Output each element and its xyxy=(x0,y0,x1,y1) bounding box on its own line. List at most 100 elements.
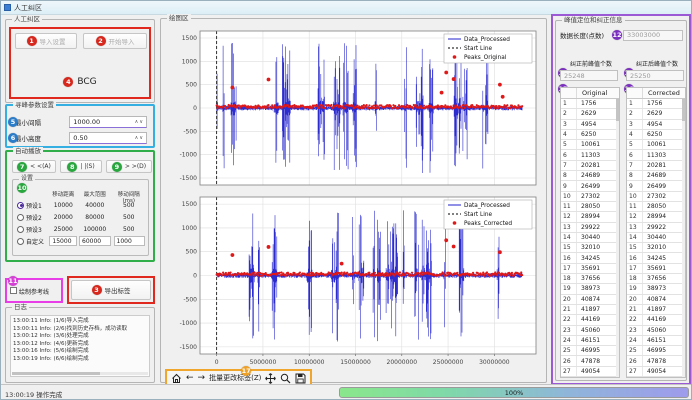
table-row[interactable]: 2040874 xyxy=(561,295,619,305)
autoplay-forward-button[interactable]: 9 > >(D) xyxy=(106,160,152,173)
table-row[interactable]: 1329922 xyxy=(561,223,619,233)
start-import-button[interactable]: 2 开始导入 xyxy=(83,33,147,49)
zoom-icon[interactable] xyxy=(280,373,291,384)
preset-radio[interactable] xyxy=(17,238,24,245)
table-row[interactable]: 2749054 xyxy=(561,367,619,377)
table-row[interactable]: 1532010 xyxy=(561,243,619,253)
table-row[interactable]: 1228994 xyxy=(561,212,619,222)
preset-value-input[interactable]: 15000 xyxy=(49,236,77,246)
peak-info-title: 峰值定位和纠正信息 xyxy=(562,16,625,24)
table-row[interactable]: 22629 xyxy=(627,109,685,119)
row-index: 2 xyxy=(627,109,643,118)
table-row[interactable]: 1329922 xyxy=(627,223,685,233)
table-row[interactable]: 824689 xyxy=(561,171,619,181)
table-row[interactable]: 1027302 xyxy=(627,192,685,202)
table-row[interactable]: 2446151 xyxy=(627,336,685,346)
home-icon[interactable] xyxy=(171,373,182,384)
min-interval-input[interactable]: 1000.00 ∧∨ xyxy=(69,116,147,128)
table-row[interactable]: 34954 xyxy=(627,120,685,130)
table-row[interactable]: 2244169 xyxy=(627,315,685,325)
reference-line-checkbox[interactable] xyxy=(10,287,17,294)
min-height-row: 6 最小高度 0.50 ∧∨ xyxy=(15,131,147,144)
preset-value-input[interactable]: 60000 xyxy=(79,236,111,246)
table-row[interactable]: 2647878 xyxy=(627,356,685,366)
peak-value: 4954 xyxy=(643,120,685,129)
table-row[interactable]: 1228994 xyxy=(627,212,685,222)
table-row[interactable]: 2244169 xyxy=(561,315,619,325)
table-row[interactable]: 720281 xyxy=(561,161,619,171)
autoplay-pause-button[interactable]: 8 | |(S) xyxy=(60,160,102,173)
row-index: 21 xyxy=(561,305,577,314)
plot-group: 绘图区 150010005000-500-1000-1500Data_Proce… xyxy=(160,18,547,383)
autoplay-back-button[interactable]: 7 < <(A) xyxy=(12,160,56,173)
import-settings-button[interactable]: 1 导入设置 xyxy=(15,33,77,49)
table-row[interactable]: 510061 xyxy=(627,140,685,150)
log-scrollbar[interactable] xyxy=(12,372,148,375)
table-row[interactable]: 2345060 xyxy=(561,326,619,336)
table-row[interactable]: 46250 xyxy=(561,130,619,140)
table-row[interactable]: 1634245 xyxy=(561,253,619,263)
batch-edit-text[interactable]: 批量更改标签(Z) xyxy=(209,374,261,382)
original-peaks-table[interactable]: Original 1175622629349544625051006161130… xyxy=(560,87,620,378)
table-row[interactable]: 824689 xyxy=(627,171,685,181)
table-row[interactable]: 611303 xyxy=(561,150,619,160)
table-row[interactable]: 1735691 xyxy=(561,264,619,274)
table-row[interactable]: 1532010 xyxy=(627,243,685,253)
table-row[interactable]: 510061 xyxy=(561,140,619,150)
table-row[interactable]: 1634245 xyxy=(627,253,685,263)
table-row[interactable]: 926499 xyxy=(627,181,685,191)
table-row[interactable]: 1735691 xyxy=(627,264,685,274)
table-row[interactable]: 2446151 xyxy=(561,336,619,346)
corrected-peaks-table[interactable]: Corrected 117562262934954462505100616113… xyxy=(626,87,686,378)
table-row[interactable]: 2141897 xyxy=(561,305,619,315)
export-labels-button[interactable]: 3 导出标签 xyxy=(71,280,151,300)
table-row[interactable]: 2749054 xyxy=(627,367,685,377)
table-row[interactable]: 2546995 xyxy=(627,346,685,356)
preset-radio[interactable] xyxy=(17,202,24,209)
table-row[interactable]: 2040874 xyxy=(627,295,685,305)
table-row[interactable]: 1027302 xyxy=(561,192,619,202)
row-index: 24 xyxy=(561,336,577,345)
table-row[interactable]: 1430440 xyxy=(561,233,619,243)
original-table-scrollbar[interactable] xyxy=(616,99,619,377)
back-arrow-icon[interactable]: ← xyxy=(186,372,194,384)
preset-name: 预设3 xyxy=(17,225,49,234)
pan-icon[interactable] xyxy=(265,373,276,384)
spinner-arrows-icon[interactable]: ∧∨ xyxy=(135,135,146,141)
log-list[interactable]: 13:00:11 Info: (1/6)导入完成13:00:11 Info: (… xyxy=(10,315,150,377)
chart-peaks-corrected[interactable]: 150010005000-500-1000-150005000000100000… xyxy=(166,194,542,374)
peak-value: 1756 xyxy=(643,99,685,108)
preset-label: 预设3 xyxy=(26,225,42,234)
table-row[interactable]: 22629 xyxy=(561,109,619,119)
table-row[interactable]: 1128050 xyxy=(561,202,619,212)
table-row[interactable]: 11756 xyxy=(561,99,619,109)
preset-value-input[interactable]: 1000 xyxy=(114,236,146,246)
table-row[interactable]: 1837656 xyxy=(561,274,619,284)
table-row[interactable]: 1837656 xyxy=(627,274,685,284)
peak-value: 20281 xyxy=(643,161,685,170)
table-row[interactable]: 926499 xyxy=(561,181,619,191)
min-height-input[interactable]: 0.50 ∧∨ xyxy=(69,132,147,144)
table-row[interactable]: 11756 xyxy=(627,99,685,109)
table-row[interactable]: 46250 xyxy=(627,130,685,140)
table-row[interactable]: 2345060 xyxy=(627,326,685,336)
table-row[interactable]: 34954 xyxy=(561,120,619,130)
forward-arrow-icon[interactable]: → xyxy=(198,372,206,384)
table-row[interactable]: 1128050 xyxy=(627,202,685,212)
table-row[interactable]: 1938973 xyxy=(627,284,685,294)
row-index: 18 xyxy=(627,274,643,283)
preset-radio[interactable] xyxy=(17,214,24,221)
table-row[interactable]: 720281 xyxy=(627,161,685,171)
corrected-table-scrollbar[interactable] xyxy=(682,99,685,377)
table-row[interactable]: 1938973 xyxy=(561,284,619,294)
preset-radio[interactable] xyxy=(17,226,24,233)
log-line: 13:00:12 Info: (3/6)处理完成 xyxy=(13,333,149,341)
table-row[interactable]: 2141897 xyxy=(627,305,685,315)
table-row[interactable]: 1430440 xyxy=(627,233,685,243)
save-icon[interactable] xyxy=(295,373,306,384)
spinner-arrows-icon[interactable]: ∧∨ xyxy=(135,119,146,125)
chart-peaks-original[interactable]: 150010005000-500-1000-1500Data_Processed… xyxy=(166,28,542,192)
table-row[interactable]: 611303 xyxy=(627,150,685,160)
table-row[interactable]: 2546995 xyxy=(561,346,619,356)
table-row[interactable]: 2647878 xyxy=(561,356,619,366)
